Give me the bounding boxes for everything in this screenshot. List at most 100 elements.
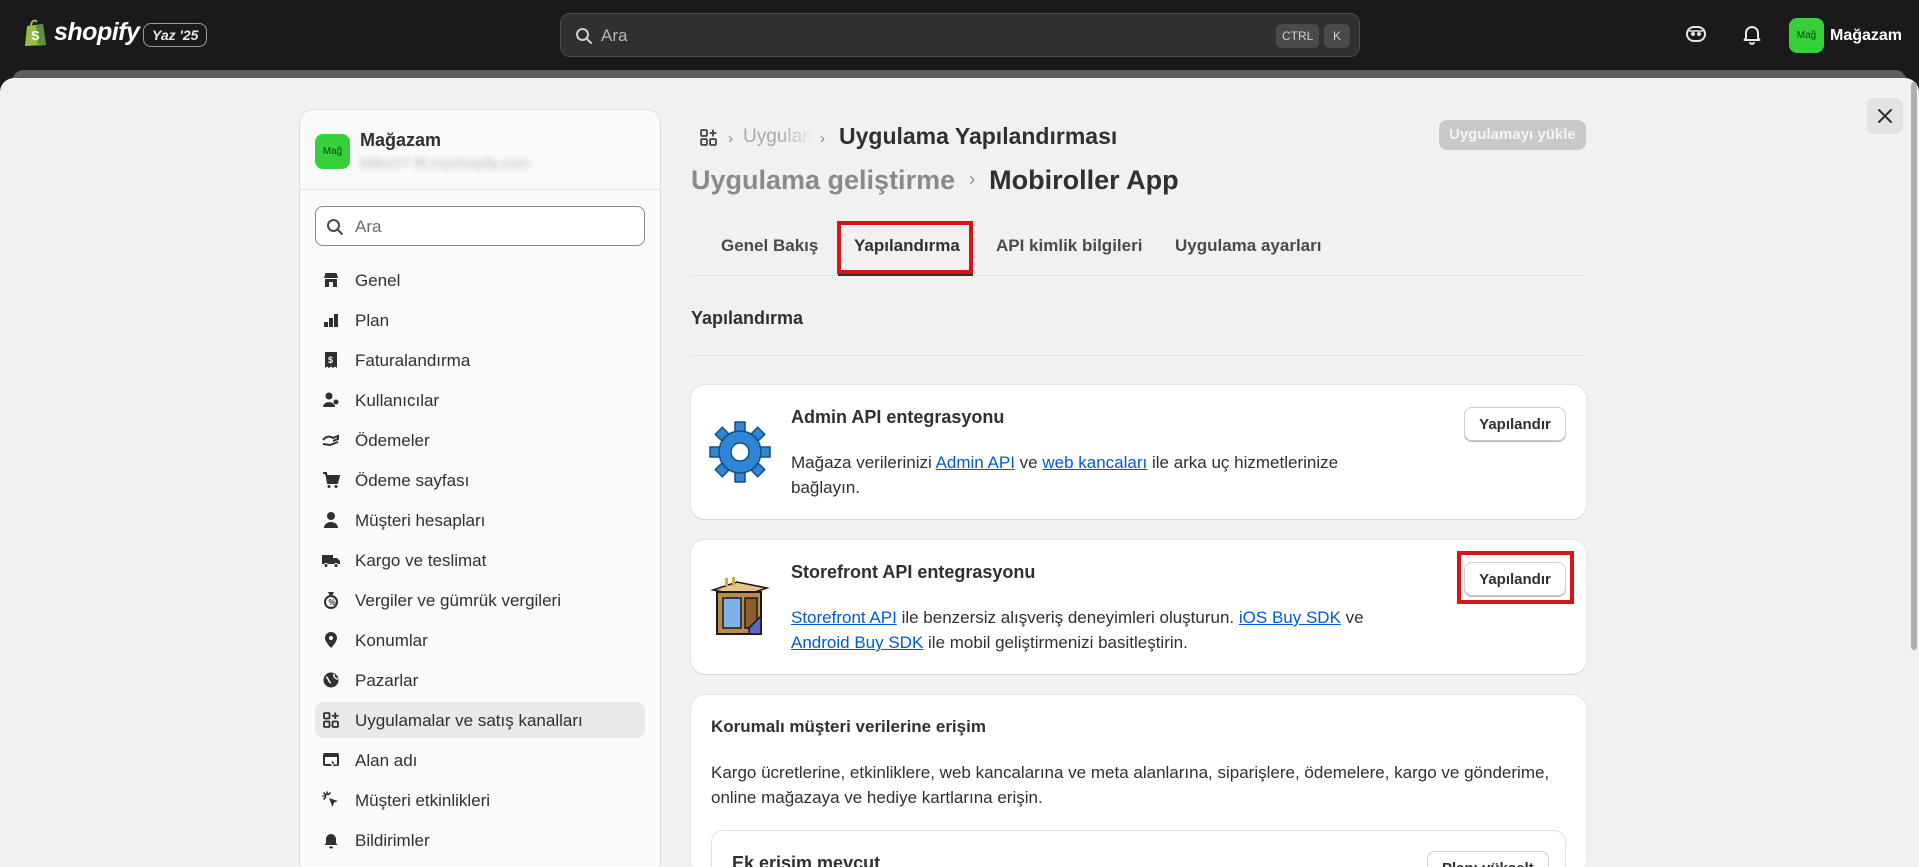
sidebar-item-label: Ödeme sayfası [355, 471, 470, 490]
sidebar-item-label: Ödemeler [355, 431, 430, 450]
sidebar-item-label: Alan adı [355, 751, 418, 770]
chevron-right-icon: › [820, 130, 825, 147]
bell-icon[interactable] [1740, 22, 1764, 46]
sidebar-item-musteri-hesaplari[interactable]: Müşteri hesapları [315, 502, 645, 538]
apps-icon [323, 712, 339, 728]
webhooks-link[interactable]: web kancaları [1042, 453, 1147, 472]
text-segment: Mağaza verilerinizi [791, 453, 936, 472]
svg-text:$: $ [328, 355, 333, 365]
search-icon [576, 28, 592, 44]
close-icon [1878, 109, 1892, 123]
configure-admin-api-button[interactable]: Yapılandır [1464, 407, 1566, 441]
storefront-api-card: Storefront API entegrasyonu Storefront A… [691, 540, 1586, 674]
settings-search-input[interactable]: Ara [315, 206, 645, 246]
global-search[interactable]: Ara CTRL K [560, 13, 1360, 57]
app-tabs: Genel Bakış Yapılandırma API kimlik bilg… [691, 220, 1586, 276]
chevron-right-icon: › [969, 169, 976, 189]
sidebar-item-bildirimler[interactable]: Bildirimler [315, 822, 645, 858]
ios-buy-sdk-link[interactable]: iOS Buy SDK [1239, 608, 1341, 627]
card-description: Storefront API ile benzersiz alışveriş d… [791, 605, 1391, 655]
card-title: Admin API entegrasyonu [791, 407, 1005, 427]
android-buy-sdk-link[interactable]: Android Buy SDK [791, 633, 923, 652]
sidebar-item-label: Plan [355, 311, 390, 330]
store-name: Mağazam [1830, 26, 1903, 44]
admin-api-card: Admin API entegrasyonu Mağaza verilerini… [691, 385, 1586, 519]
sidebar-item-konumlar[interactable]: Konumlar [315, 622, 645, 658]
svg-text:S: S [31, 28, 40, 43]
storefront-api-link[interactable]: Storefront API [791, 608, 897, 627]
subcard-title: Ek erişim mevcut [732, 853, 881, 867]
text-segment: ile mobil geliştirmenizi basitleştirin. [923, 633, 1188, 652]
tab-overview[interactable]: Genel Bakış [721, 236, 818, 256]
avatar: Mağ [315, 134, 350, 169]
sidebar-item-kargo-ve-teslimat[interactable]: Kargo ve teslimat [315, 542, 645, 578]
shopify-logo[interactable]: S shopify [24, 18, 140, 47]
receipt-icon: $ [325, 352, 337, 368]
scrollbar-thumb[interactable] [1911, 82, 1917, 650]
svg-text:%: % [329, 598, 336, 607]
highlight-box [837, 221, 973, 274]
sidebar-item-vergiler[interactable]: % Vergiler ve gümrük vergileri [315, 582, 645, 618]
protected-data-card: Korumalı müşteri verilerine erişim Kargo… [691, 695, 1586, 867]
admin-api-link[interactable]: Admin API [936, 453, 1015, 472]
search-icon [327, 219, 343, 235]
page-title: Uygulama Yapılandırması [839, 123, 1118, 149]
shortcut-ctrl-key: CTRL [1276, 24, 1320, 48]
avatar: Mağ [1789, 18, 1824, 53]
sidebar-item-alan-adi[interactable]: Alan adı [315, 742, 645, 778]
sidebar-item-label: Kargo ve teslimat [355, 551, 487, 570]
tab-api-credentials[interactable]: API kimlik bilgileri [996, 236, 1142, 256]
sidebar-item-uygulamalar[interactable]: Uygulamalar ve satış kanalları [315, 702, 645, 738]
upgrade-plan-button[interactable]: Planı yükselt [1427, 851, 1549, 867]
app-name: Mobiroller App [989, 165, 1179, 195]
highlight-box [1457, 551, 1574, 604]
domain-icon [323, 753, 339, 768]
sidebar-item-label: Faturalandırma [355, 351, 471, 370]
sidebar-item-faturalandirma[interactable]: $ Faturalandırma [315, 342, 645, 378]
text-segment: ile benzersiz alışveriş deneyimleri oluş… [896, 608, 1239, 627]
shopify-bag-icon: S [25, 19, 46, 46]
install-app-button[interactable]: Uygulamayı yükle [1439, 120, 1586, 150]
sidekick-icon[interactable] [1684, 22, 1708, 46]
truck-icon [322, 555, 340, 568]
store-icon [324, 273, 338, 287]
divider [691, 355, 1586, 356]
sidebar-item-pazarlar[interactable]: Pazarlar [315, 662, 645, 698]
card-description: Mağaza verilerinizi Admin API ve web kan… [791, 450, 1391, 500]
heading-parent-link[interactable]: Uygulama geliştirme [691, 165, 955, 195]
sidebar-item-plan[interactable]: Plan [315, 302, 645, 338]
sidebar-item-label: Kullanıcılar [355, 391, 440, 410]
card-title: Storefront API entegrasyonu [791, 562, 1036, 582]
page-heading: Uygulama geliştirme › Mobiroller App [691, 165, 1179, 199]
payments-icon [322, 434, 339, 447]
search-placeholder: Ara [601, 26, 628, 45]
chevron-right-icon: › [728, 130, 733, 147]
edition-badge[interactable]: Yaz '25 [143, 23, 208, 47]
store-email: b8bc07-f8.myshopify.com [360, 155, 530, 172]
card-title: Korumalı müşteri verilerine erişim [711, 717, 986, 736]
close-button[interactable] [1867, 98, 1903, 134]
sidebar-item-odeme-sayfasi[interactable]: Ödeme sayfası [315, 462, 645, 498]
settings-nav: Genel Plan $ Faturalandırma Kullanıcılar… [315, 262, 645, 862]
sidebar-item-genel[interactable]: Genel [315, 262, 645, 298]
sidebar-item-label: Vergiler ve gümrük vergileri [355, 591, 561, 610]
sidebar-item-kullanicilar[interactable]: Kullanıcılar [315, 382, 645, 418]
text-segment: ve [1340, 608, 1364, 627]
cart-icon [323, 472, 340, 488]
person-icon [324, 512, 338, 528]
breadcrumb-apps-link[interactable]: Uygulamalar [743, 126, 813, 148]
sidebar-item-label: Uygulamalar ve satış kanalları [355, 711, 583, 730]
store-menu-button[interactable]: Mağ Mağazam [1789, 18, 1902, 53]
brand-name: shopify [54, 18, 140, 46]
sidebar-item-label: Bildirimler [355, 831, 430, 850]
tax-icon: % [324, 592, 338, 609]
sidebar-item-musteri-etkinlikleri[interactable]: Müşteri etkinlikleri [315, 782, 645, 818]
store-header[interactable]: Mağ Mağazam b8bc07-f8.myshopify.com [300, 110, 660, 190]
additional-access-box: Ek erişim mevcut Planı yükselt [711, 830, 1566, 867]
sidebar-item-label: Konumlar [355, 631, 428, 650]
sidebar-item-odemeler[interactable]: Ödemeler [315, 422, 645, 458]
apps-icon[interactable] [699, 128, 718, 147]
tab-app-settings[interactable]: Uygulama ayarları [1175, 236, 1321, 256]
store-name: Mağazam [360, 130, 442, 150]
settings-sidebar: Mağ Mağazam b8bc07-f8.myshopify.com Ara … [299, 109, 661, 867]
